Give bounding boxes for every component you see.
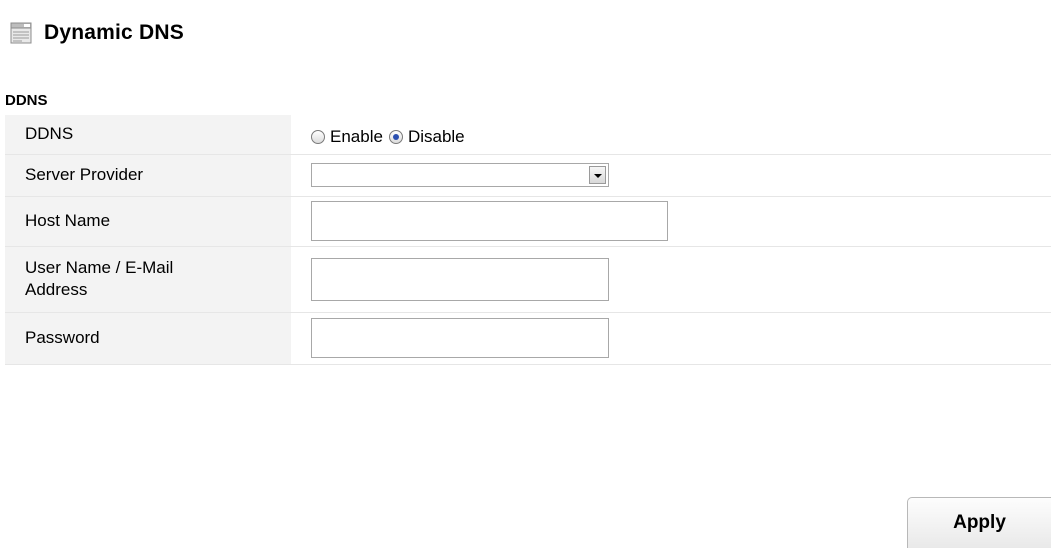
- user-name-label-cell: User Name / E-Mail Address: [5, 246, 291, 313]
- user-name-value-cell: [291, 246, 1051, 313]
- page-header: Dynamic DNS: [10, 18, 184, 48]
- ddns-value-cell: Enable Disable: [291, 115, 1051, 155]
- form-row-host-name: Host Name: [5, 196, 1051, 247]
- server-provider-select[interactable]: [311, 163, 609, 187]
- ddns-disable-radio[interactable]: [388, 130, 403, 145]
- password-label: Password: [25, 328, 100, 347]
- host-name-value-cell: [291, 196, 1051, 247]
- chevron-down-icon[interactable]: [589, 166, 606, 184]
- server-provider-value-cell: [291, 154, 1051, 197]
- ddns-settings-page: Dynamic DNS DDNS DDNS Enable Disable Ser…: [0, 0, 1051, 548]
- host-name-input[interactable]: [311, 201, 668, 241]
- ddns-label-cell: DDNS: [5, 115, 291, 155]
- server-provider-label: Server Provider: [25, 165, 144, 184]
- form-row-ddns: DDNS Enable Disable: [5, 115, 1051, 155]
- ddns-disable-label[interactable]: Disable: [408, 127, 465, 147]
- ddns-enable-radio[interactable]: [311, 130, 325, 145]
- password-value-cell: [291, 312, 1051, 365]
- server-icon: [10, 22, 32, 44]
- user-name-input[interactable]: [311, 257, 609, 301]
- form-row-password: Password: [5, 312, 1051, 365]
- password-input[interactable]: [311, 318, 609, 358]
- ddns-radio-group: Enable Disable: [311, 121, 1051, 147]
- host-name-label-cell: Host Name: [5, 196, 291, 247]
- ddns-enable-label[interactable]: Enable: [330, 127, 383, 147]
- ddns-label: DDNS: [25, 124, 74, 144]
- server-provider-label-cell: Server Provider: [5, 154, 291, 197]
- ddns-form-table: DDNS Enable Disable Server Provider Host…: [5, 115, 1051, 365]
- form-row-server-provider: Server Provider: [5, 154, 1051, 197]
- password-label-cell: Password: [5, 312, 291, 365]
- user-name-label-line1: User Name / E-Mail: [25, 258, 174, 277]
- host-name-label: Host Name: [25, 211, 111, 230]
- apply-button[interactable]: Apply: [907, 497, 1051, 548]
- page-title: Dynamic DNS: [44, 21, 184, 44]
- form-row-user-name: User Name / E-Mail Address: [5, 246, 1051, 313]
- section-label: DDNS: [5, 92, 48, 109]
- user-name-label-line2: Address: [25, 280, 88, 299]
